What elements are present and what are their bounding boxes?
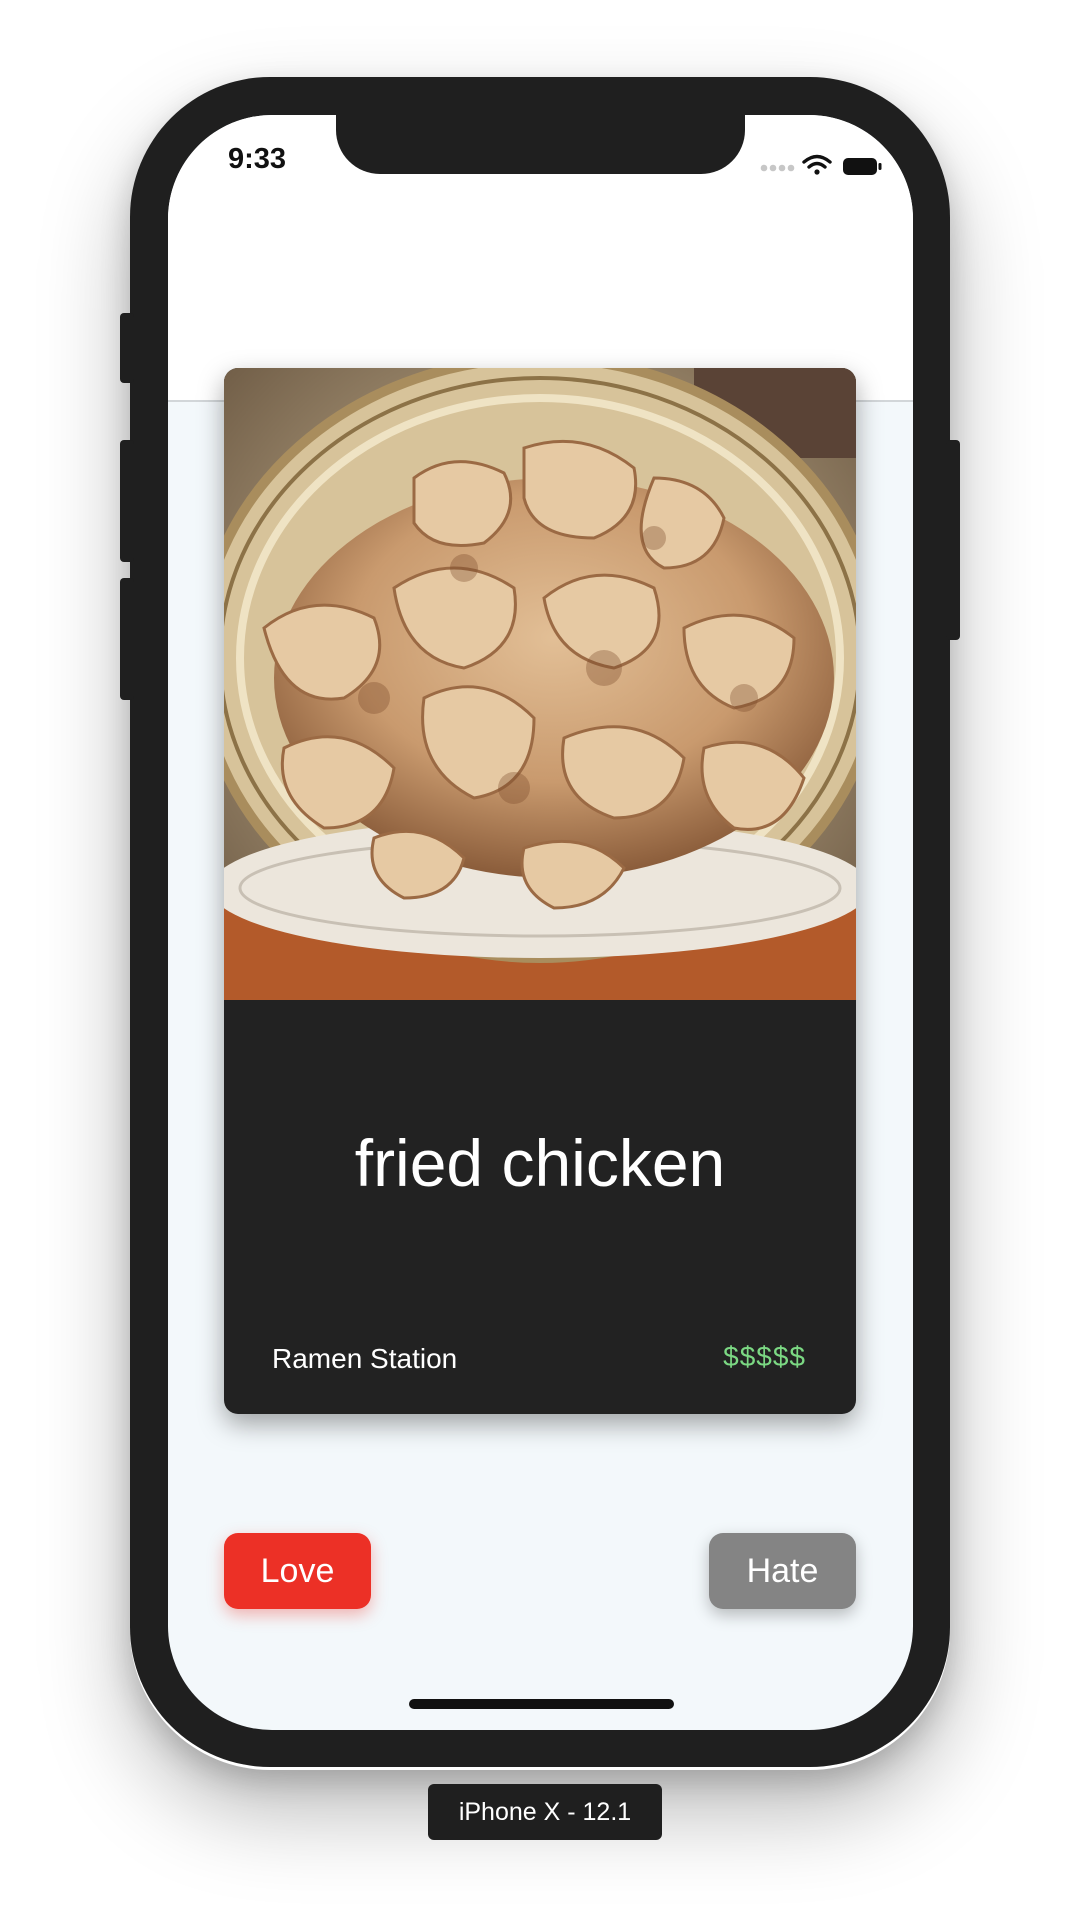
love-button[interactable]: Love [224,1533,371,1609]
app-screen: 9:33 fried chicken Ramen Station $$$$$ L… [168,115,913,1730]
restaurant-name: Ramen Station [272,1343,458,1374]
power-button [946,440,960,640]
food-photo [224,368,856,1000]
mute-switch [120,313,134,383]
status-time: 9:33 [228,143,287,175]
notch [336,115,745,174]
signal-dots-icon [760,164,795,172]
battery-icon [843,158,882,175]
home-indicator[interactable] [409,1699,674,1709]
device-label: iPhone X - 12.1 [428,1784,662,1840]
hate-button[interactable]: Hate [709,1533,856,1609]
status-bar: 9:33 [168,115,913,285]
volume-down-button [120,578,134,700]
status-icons [758,151,883,181]
food-card[interactable]: fried chicken Ramen Station $$$$$ [224,368,856,1414]
wifi-icon [802,154,832,175]
price-rating: $$$$$ [723,1341,806,1372]
dish-name: fried chicken [354,1126,726,1200]
volume-up-button [120,440,134,562]
